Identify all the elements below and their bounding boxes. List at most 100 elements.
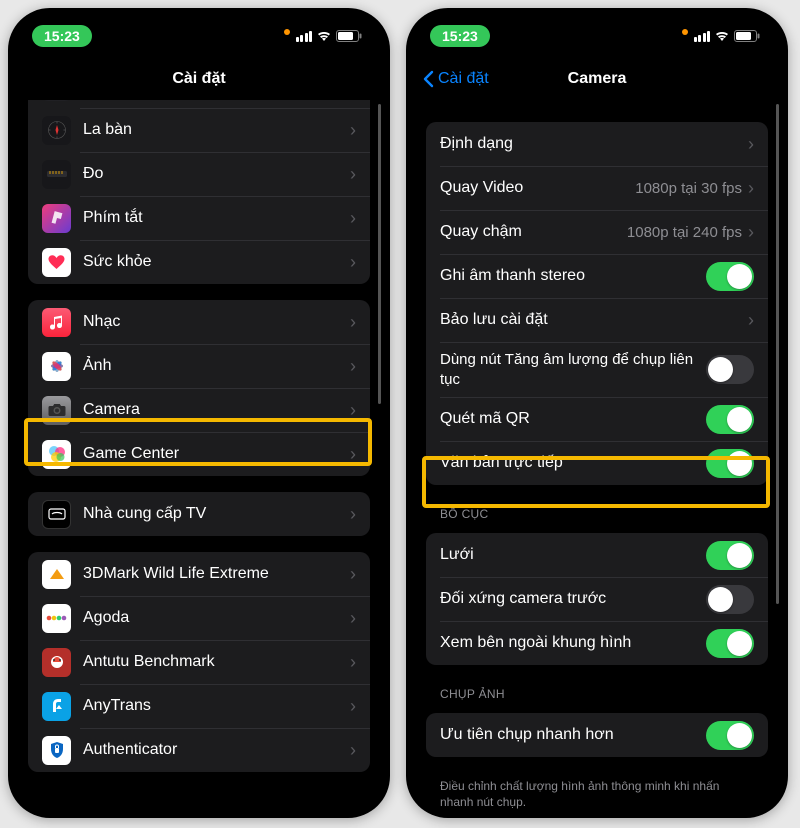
row-label: La bàn [83,121,350,139]
camera-settings-list[interactable]: Định dạng › Quay Video 1080p tại 30 fps … [412,100,782,810]
switch-qr[interactable] [706,405,754,434]
switch-mirror[interactable] [706,585,754,614]
phone-right: 15:23 Cài đặt Camera Định dạng › [406,8,788,818]
page-title: Cài đặt [172,70,225,88]
row-label: Định dạng [440,135,748,153]
settings-row-photos[interactable]: Ảnh › [28,344,370,388]
settings-row-music[interactable]: Nhạc › [28,300,370,344]
cellular-icon [694,31,711,42]
row-label: Agoda [83,609,350,627]
chevron-right-icon: › [748,310,754,331]
settings-row-shortcuts[interactable]: Phím tắt › [28,196,370,240]
app-icon [42,100,71,101]
settings-list[interactable]: › La bàn › Đo › [14,100,384,810]
status-time: 15:23 [32,25,92,47]
row-label: Authenticator [83,741,350,759]
row-label: Xem bên ngoài khung hình [440,634,706,652]
health-icon [42,248,71,277]
row-qr[interactable]: Quét mã QR [426,397,768,441]
battery-icon [734,30,760,42]
settings-row-compass[interactable]: La bàn › [28,108,370,152]
3dmark-icon [42,560,71,589]
row-stereo[interactable]: Ghi âm thanh stereo [426,254,768,298]
settings-row-measure[interactable]: Đo › [28,152,370,196]
switch-outside-frame[interactable] [706,629,754,658]
settings-row[interactable]: › [28,100,370,108]
row-label: Quay Video [440,179,635,197]
anytrans-icon [42,692,71,721]
settings-row-camera[interactable]: Camera › [28,388,370,432]
chevron-right-icon: › [748,134,754,155]
chevron-right-icon: › [350,444,356,465]
scroll-indicator[interactable] [776,104,779,604]
shortcuts-icon [42,204,71,233]
row-label: Phím tắt [83,209,350,227]
chevron-right-icon: › [350,312,356,333]
camera-group-layout: Lưới Đối xứng camera trước Xem bên ngoài… [426,533,768,665]
battery-icon [336,30,362,42]
row-label: Nhạc [83,313,350,331]
section-header-layout: BỐ CỤC [412,501,782,525]
settings-row-antutu[interactable]: Antutu Benchmark › [28,640,370,684]
settings-row-anytrans[interactable]: AnyTrans › [28,684,370,728]
row-label: Văn bản trực tiếp [440,454,706,472]
row-live-text[interactable]: Văn bản trực tiếp [426,441,768,485]
switch-volume-burst[interactable] [706,355,754,384]
switch-live-text[interactable] [706,449,754,478]
row-label: Đối xứng camera trước [440,590,706,608]
row-preserve[interactable]: Bảo lưu cài đặt › [426,298,768,342]
scroll-indicator[interactable] [378,104,381,404]
back-button[interactable]: Cài đặt [422,70,489,88]
nav-header: Cài đặt [14,58,384,100]
settings-row-agoda[interactable]: Agoda › [28,596,370,640]
settings-group-tv: Nhà cung cấp TV › [28,492,370,536]
row-label: Game Center [83,445,350,463]
camera-group-main: Định dạng › Quay Video 1080p tại 30 fps … [426,122,768,485]
camera-icon [42,396,71,425]
chevron-right-icon: › [350,400,356,421]
chevron-right-icon: › [748,178,754,199]
row-label: Dùng nút Tăng âm lượng để chụp liên tục [440,350,706,389]
section-header-capture: CHỤP ẢNH [412,681,782,705]
chevron-right-icon: › [350,252,356,273]
settings-row-gamecenter[interactable]: Game Center › [28,432,370,476]
chevron-right-icon: › [748,222,754,243]
chevron-right-icon: › [350,696,356,717]
row-format[interactable]: Định dạng › [426,122,768,166]
row-label: Lưới [440,546,706,564]
measure-icon [42,160,71,189]
settings-row-3dmark[interactable]: 3DMark Wild Life Extreme › [28,552,370,596]
row-label: 3DMark Wild Life Extreme [83,565,350,583]
page-title: Camera [568,70,627,88]
row-mirror[interactable]: Đối xứng camera trước [426,577,768,621]
chevron-right-icon: › [350,120,356,141]
switch-grid[interactable] [706,541,754,570]
switch-stereo[interactable] [706,262,754,291]
chevron-right-icon: › [350,164,356,185]
chevron-right-icon: › [350,504,356,525]
gamecenter-icon [42,440,71,469]
row-outside-frame[interactable]: Xem bên ngoài khung hình [426,621,768,665]
row-label: Quay chậm [440,223,627,241]
recording-indicator-icon [682,29,688,35]
chevron-right-icon: › [350,740,356,761]
settings-group-media: Nhạc › Ảnh › Camera › [28,300,370,476]
row-label: Ưu tiên chụp nhanh hơn [440,726,706,744]
row-faster-shot[interactable]: Ưu tiên chụp nhanh hơn [426,713,768,757]
row-value: 1080p tại 240 fps [627,224,742,241]
row-slomo[interactable]: Quay chậm 1080p tại 240 fps › [426,210,768,254]
settings-row-authenticator[interactable]: Authenticator › [28,728,370,772]
settings-row-tvprovider[interactable]: Nhà cung cấp TV › [28,492,370,536]
row-grid[interactable]: Lưới [426,533,768,577]
row-label: AnyTrans [83,697,350,715]
row-record-video[interactable]: Quay Video 1080p tại 30 fps › [426,166,768,210]
settings-row-health[interactable]: Sức khỏe › [28,240,370,284]
screen-right: 15:23 Cài đặt Camera Định dạng › [412,14,782,812]
chevron-right-icon: › [350,564,356,585]
row-volume-burst[interactable]: Dùng nút Tăng âm lượng để chụp liên tục [426,342,768,397]
screen-left: 15:23 Cài đặt › [14,14,384,812]
back-label: Cài đặt [438,70,489,88]
authenticator-icon [42,736,71,765]
recording-indicator-icon [284,29,290,35]
switch-faster-shot[interactable] [706,721,754,750]
